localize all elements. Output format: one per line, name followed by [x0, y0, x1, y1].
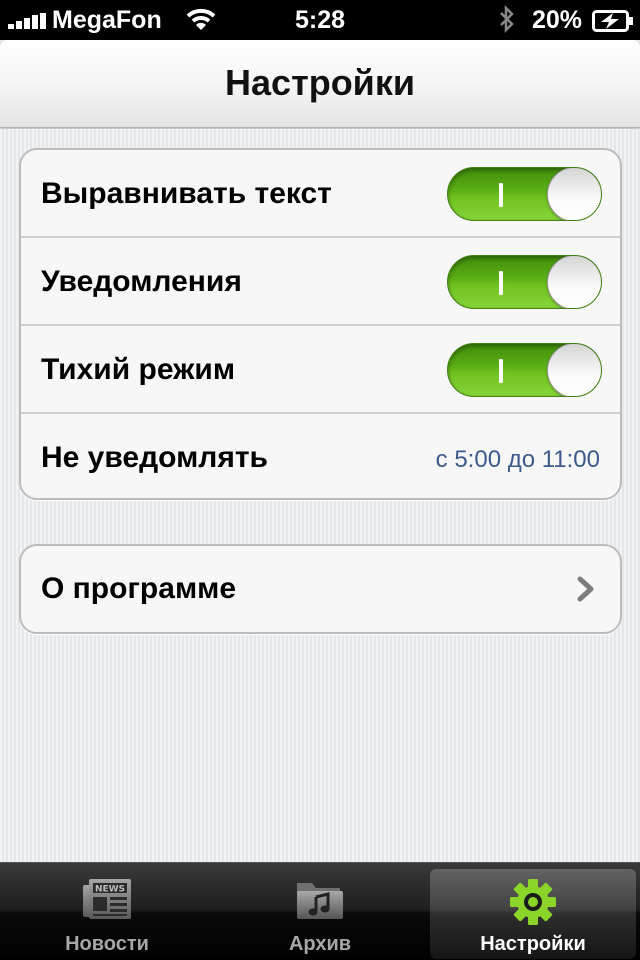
- settings-group: Выравнивать текст Уведомления Тихий режи…: [19, 148, 622, 500]
- news-icon: NEWS: [4, 877, 210, 925]
- about-group: О программе: [19, 544, 622, 634]
- setting-row-notifications: Уведомления: [21, 238, 620, 326]
- setting-label: Тихий режим: [41, 353, 236, 386]
- toggle-on-indicator: [499, 359, 503, 383]
- tab-archive[interactable]: Архив: [217, 869, 423, 959]
- tab-label: Архив: [288, 933, 352, 955]
- toggle-knob: [547, 168, 601, 220]
- svg-text:NEWS: NEWS: [95, 885, 125, 895]
- battery-charging-icon: [592, 10, 634, 39]
- about-label: О программе: [41, 572, 237, 605]
- setting-row-do-not-disturb[interactable]: Не уведомлять с 5:00 до 11:00: [21, 414, 620, 498]
- tab-news[interactable]: NEWS Новости: [4, 869, 210, 959]
- page-title: Настройки: [225, 62, 415, 103]
- navigation-bar: Настройки: [0, 40, 640, 128]
- chevron-right-icon: [574, 576, 598, 602]
- justify-text-toggle[interactable]: [447, 167, 602, 221]
- toggle-knob: [547, 256, 601, 308]
- setting-row-justify-text: Выравнивать текст: [21, 150, 620, 238]
- bluetooth-icon: [498, 4, 516, 40]
- notifications-toggle[interactable]: [447, 255, 602, 309]
- tab-settings[interactable]: Настройки: [430, 869, 636, 959]
- battery-percent: 20%: [532, 6, 583, 34]
- tab-bar: NEWS Новости Архив Настройки: [0, 862, 640, 960]
- setting-label: Уведомления: [41, 265, 242, 298]
- setting-label: Не уведомлять: [41, 441, 268, 474]
- settings-content: Выравнивать текст Уведомления Тихий режи…: [0, 129, 640, 862]
- setting-label: Выравнивать текст: [41, 177, 332, 210]
- do-not-disturb-time: с 5:00 до 11:00: [435, 446, 600, 473]
- setting-row-quiet-mode: Тихий режим: [21, 326, 620, 414]
- status-bar: MegaFon 5:28 20%: [0, 0, 640, 40]
- tab-label: Настройки: [480, 933, 586, 955]
- quiet-mode-toggle[interactable]: [447, 343, 602, 397]
- toggle-on-indicator: [499, 271, 503, 295]
- about-row[interactable]: О программе: [21, 546, 620, 632]
- gear-icon: [430, 877, 636, 925]
- tab-label: Новости: [65, 933, 149, 955]
- toggle-knob: [547, 344, 601, 396]
- toggle-on-indicator: [499, 183, 503, 207]
- archive-folder-icon: [217, 877, 423, 925]
